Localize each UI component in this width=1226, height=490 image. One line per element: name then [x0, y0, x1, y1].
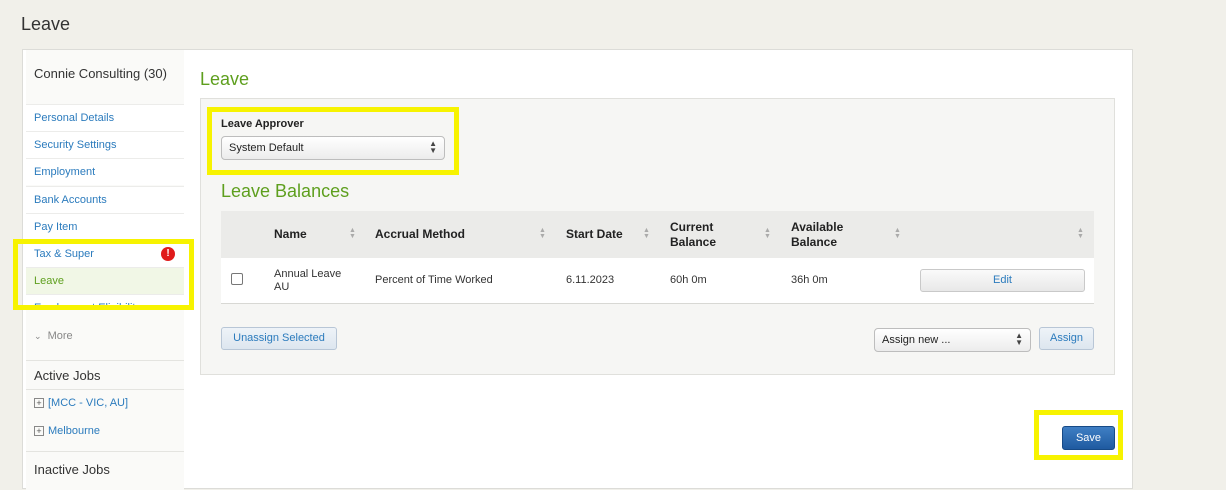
job-label: [MCC - VIC, AU] [48, 397, 129, 409]
sort-icon[interactable]: ▲ ▼ [539, 227, 546, 240]
sidebar-item-bank-accounts[interactable]: Bank Accounts [26, 186, 184, 213]
leave-approver-label: Leave Approver [221, 118, 304, 130]
table-header: Name ▲ ▼ Accrual Method ▲ ▼ Start Date ▲ ▼ … [221, 211, 1094, 258]
sidebar-item-security-settings[interactable]: Security Settings [26, 131, 184, 158]
employee-card: Connie Consulting (30) Personal Details … [22, 49, 1133, 490]
sidebar-item-personal-details[interactable]: Personal Details [26, 104, 184, 131]
cell-name: Annual Leave AU [274, 267, 342, 293]
job-link-mcc[interactable]: + [MCC - VIC, AU] [34, 397, 128, 409]
leave-balances-title: Leave Balances [221, 181, 350, 201]
sidebar-item-employment[interactable]: Employment [26, 158, 184, 185]
sidebar-item-tax-super[interactable]: Tax & Super ! [26, 240, 184, 267]
sort-icon[interactable]: ▲ ▼ [1077, 227, 1084, 240]
column-header-current-balance[interactable]: Current Balance [670, 211, 730, 258]
job-label: Melbourne [48, 425, 100, 437]
sidebar-item-employment-eligibility[interactable]: Employment Eligibility [26, 294, 184, 310]
job-link-melbourne[interactable]: + Melbourne [34, 425, 100, 437]
sort-icon[interactable]: ▲ ▼ [764, 227, 771, 240]
sort-icon[interactable]: ▲ ▼ [643, 227, 650, 240]
inactive-jobs-title: Inactive Jobs [34, 462, 110, 477]
sidebar-item-label: Tax & Super [34, 248, 94, 260]
sidebar-item-leave[interactable]: Leave [26, 267, 184, 294]
divider [26, 389, 184, 390]
active-jobs-title: Active Jobs [34, 368, 101, 383]
leave-approver-select[interactable]: System Default ▲ ▼ [221, 136, 445, 160]
sidebar-item-label: Pay Item [34, 221, 78, 233]
assign-new-select[interactable]: Assign new ... ▲ ▼ [874, 328, 1031, 352]
select-value: System Default [229, 142, 304, 154]
cell-accrual-method: Percent of Time Worked [375, 274, 493, 286]
cell-current-balance: 60h 0m [670, 274, 707, 286]
cell-available-balance: 36h 0m [791, 274, 828, 286]
divider [26, 451, 184, 452]
cell-start-date: 6.11.2023 [566, 274, 615, 286]
sidebar: Connie Consulting (30) Personal Details … [26, 50, 184, 490]
edit-button[interactable]: Edit [920, 269, 1085, 292]
select-value: Assign new ... [882, 334, 951, 346]
column-header-accrual-method[interactable]: Accrual Method [375, 211, 465, 258]
chevron-down-icon: ⌄ [34, 331, 42, 341]
expand-icon[interactable]: + [34, 398, 44, 408]
sidebar-item-label: Bank Accounts [34, 194, 107, 206]
column-header-available-balance[interactable]: Available Balance [791, 211, 861, 258]
select-arrows-icon: ▲ ▼ [1015, 331, 1023, 347]
select-arrows-icon: ▲ ▼ [429, 139, 437, 155]
more-label: More [47, 330, 73, 342]
alert-icon: ! [161, 247, 175, 261]
row-checkbox[interactable] [231, 273, 243, 285]
section-title: Leave [200, 69, 250, 89]
page-title: Leave [21, 14, 71, 34]
sidebar-item-pay-item[interactable]: Pay Item [26, 213, 184, 240]
sort-icon[interactable]: ▲ ▼ [349, 227, 356, 240]
column-header-name[interactable]: Name [274, 211, 307, 258]
sidebar-item-label: Leave [34, 275, 64, 287]
table-row: Annual Leave AU Percent of Time Worked 6… [221, 258, 1094, 304]
sidebar-item-label: Security Settings [34, 139, 117, 151]
leave-panel: Leave Approver System Default ▲ ▼ Leave B… [200, 98, 1115, 375]
sidebar-item-label: Employment [34, 166, 96, 178]
sort-icon[interactable]: ▲ ▼ [894, 227, 901, 240]
column-header-start-date[interactable]: Start Date [566, 211, 623, 258]
assign-button[interactable]: Assign [1039, 327, 1094, 350]
save-button[interactable]: Save [1062, 426, 1115, 450]
sidebar-item-label: Personal Details [34, 112, 115, 124]
unassign-selected-button[interactable]: Unassign Selected [221, 327, 337, 350]
sidebar-item-label: Employment Eligibility [34, 302, 141, 310]
divider [26, 360, 184, 361]
leave-balances-table: Name ▲ ▼ Accrual Method ▲ ▼ Start Date ▲ ▼ … [221, 211, 1094, 304]
company-name: Connie Consulting (30) [34, 66, 167, 81]
expand-icon[interactable]: + [34, 426, 44, 436]
more-toggle[interactable]: ⌄ More [34, 330, 73, 342]
